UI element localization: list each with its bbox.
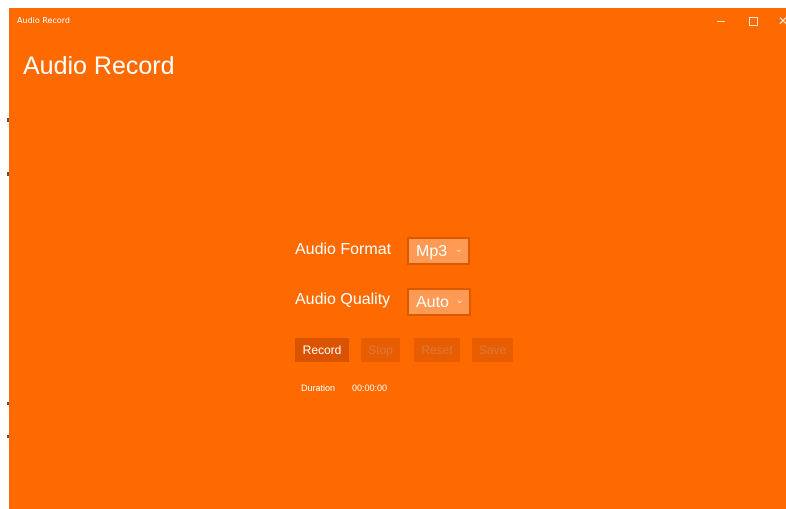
maximize-icon bbox=[748, 16, 758, 26]
desktop-background-top bbox=[0, 0, 786, 8]
chevron-down-icon: ⌄ bbox=[455, 295, 464, 306]
audio-quality-label: Audio Quality bbox=[295, 291, 391, 308]
audio-format-label: Audio Format bbox=[295, 241, 392, 258]
page-title: Audio Record bbox=[23, 52, 175, 80]
app-window: Audio Record ✕ Audio Record Audio Format… bbox=[9, 8, 786, 509]
record-button[interactable]: Record bbox=[295, 338, 349, 362]
save-button[interactable]: Save bbox=[472, 338, 513, 362]
minimize-button[interactable] bbox=[709, 11, 733, 31]
chevron-down-icon: ⌄ bbox=[454, 244, 463, 255]
stop-button[interactable]: Stop bbox=[361, 338, 400, 362]
close-icon: ✕ bbox=[777, 14, 786, 28]
desktop-background-left bbox=[0, 0, 9, 509]
audio-quality-select[interactable]: Auto ⌄ bbox=[407, 288, 471, 316]
window-title: Audio Record bbox=[17, 16, 70, 25]
title-bar[interactable]: Audio Record ✕ bbox=[9, 8, 786, 34]
maximize-button[interactable] bbox=[741, 11, 765, 31]
reset-button[interactable]: Reset bbox=[414, 338, 460, 362]
close-button[interactable]: ✕ bbox=[771, 11, 786, 31]
minimize-icon bbox=[717, 20, 725, 22]
audio-quality-value: Auto bbox=[416, 294, 449, 311]
duration-value: 00:00:00 bbox=[352, 383, 388, 393]
audio-format-select[interactable]: Mp3 ⌄ bbox=[407, 237, 470, 265]
audio-format-value: Mp3 bbox=[416, 243, 448, 260]
duration-label: Duration bbox=[301, 383, 336, 393]
